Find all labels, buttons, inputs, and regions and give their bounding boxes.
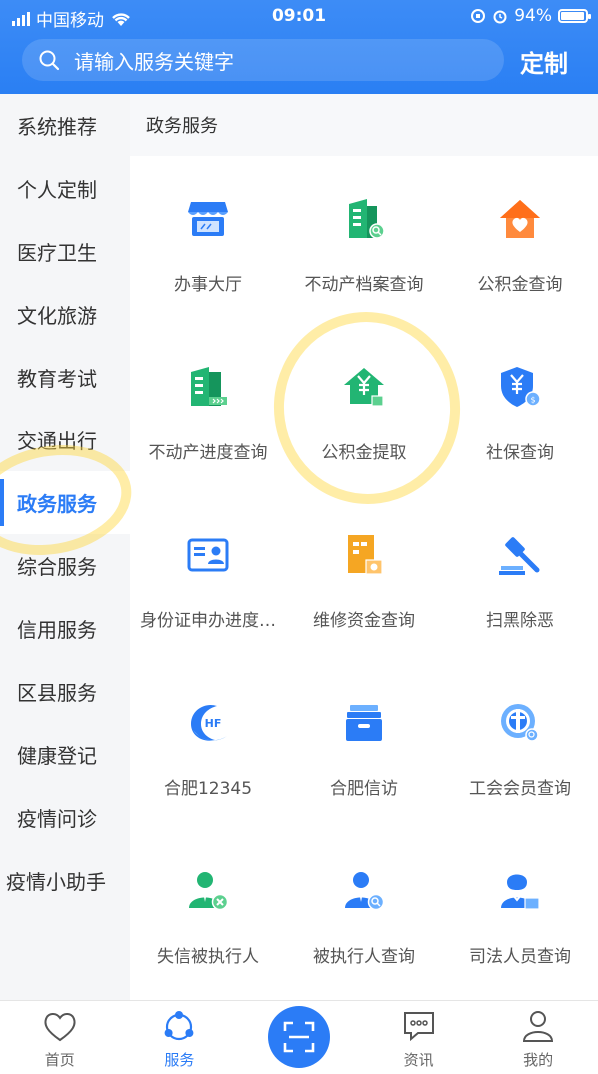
person-x-icon [189,872,229,911]
user-icon [523,1011,554,1042]
service-label: 办事大厅 [174,275,242,295]
service-item[interactable]: 维修资金查询 [286,492,442,660]
category-sidebar: 系统推荐 个人定制 医疗卫生 文化旅游 教育考试 交通出行 政务服务 综合服务 … [0,94,130,1000]
service-item[interactable]: 被执行人查询 [286,828,442,996]
building-progress-icon [191,367,227,406]
gavel-icon [499,537,540,575]
service-grid: 办事大厅 不动产档案查询 公积金查询 不动产进度查询 公积金提取 $ 社保查询 … [130,156,598,1000]
service-item[interactable]: 身份证申办进度… [130,492,286,660]
service-item[interactable]: 失信被执行人 [130,828,286,996]
tab-label: 首页 [44,1051,75,1069]
svg-text:HF: HF [205,717,222,730]
service-item[interactable]: $ 社保查询 [442,324,598,492]
service-label: 社保查询 [486,443,554,463]
service-label: 身份证申办进度… [140,611,276,631]
service-item[interactable]: 司法人员查询 [442,828,598,996]
battery-icon [558,9,591,23]
service-label: 不动产进度查询 [148,443,268,463]
chat-bubble-icon [403,1012,434,1042]
sidebar-item-general[interactable]: 综合服务 [0,534,130,597]
service-label: 司法人员查询 [469,947,571,967]
sidebar-item-government[interactable]: 政务服务 [0,471,130,535]
service-item[interactable]: 扫黑除恶 [442,492,598,660]
judge-icon [501,874,540,910]
service-icon [164,1011,194,1041]
house-yuan-icon [344,368,384,407]
search-placeholder: 请输入服务关键字 [74,49,234,74]
tab-label: 我的 [523,1051,554,1069]
sidebar-item-recommend[interactable]: 系统推荐 [0,94,130,157]
service-label: 维修资金查询 [313,611,415,631]
service-label: 不动产档案查询 [304,275,424,295]
rotation-lock-icon [471,9,486,23]
battery-percent: 94% [514,6,552,26]
service-item[interactable]: 公积金提取 [286,324,442,492]
sidebar-item-health[interactable]: 健康登记 [0,723,130,786]
service-label: 失信被执行人 [157,947,259,967]
hotline-icon: HF [191,704,227,741]
shield-yuan-icon: $ [501,367,541,407]
service-item[interactable]: 不动产进度查询 [130,324,286,492]
service-item[interactable]: HF 合肥12345 [130,660,286,828]
sidebar-item-medical[interactable]: 医疗卫生 [0,220,130,283]
scan-icon [283,1021,315,1053]
shop-icon [188,202,228,236]
status-bar: 中国移动 09:01 94% [0,0,598,32]
search-icon [39,50,60,71]
sidebar-item-district[interactable]: 区县服务 [0,660,130,723]
sidebar-item-credit[interactable]: 信用服务 [0,597,130,660]
service-label: 合肥信访 [330,779,398,799]
id-card-icon [187,538,229,572]
inbox-icon [346,705,382,741]
sidebar-item-assistant[interactable]: 疫情小助手 [0,849,130,912]
alarm-icon [493,10,507,24]
union-logo-icon [501,704,539,742]
service-label: 被执行人查询 [313,947,415,967]
svg-text:$: $ [530,396,535,405]
tab-news[interactable]: 资讯 [359,1001,479,1074]
house-heart-icon [500,200,540,238]
scan-button[interactable] [268,1006,330,1068]
tab-home[interactable]: 首页 [0,1001,120,1074]
tab-service[interactable]: 服务 [120,1001,240,1074]
sidebar-item-personal[interactable]: 个人定制 [0,157,130,220]
sidebar-item-culture[interactable]: 文化旅游 [0,283,130,346]
sidebar-item-education[interactable]: 教育考试 [0,346,130,409]
tab-label: 服务 [164,1051,195,1069]
person-search-icon [345,872,385,911]
service-item[interactable]: 工会会员查询 [442,660,598,828]
heart-icon [44,1013,76,1042]
search-input[interactable]: 请输入服务关键字 [22,39,504,81]
service-item[interactable]: 不动产档案查询 [286,156,442,324]
service-label: 工会会员查询 [469,779,571,799]
sidebar-item-consult[interactable]: 疫情问诊 [0,786,130,849]
service-label: 扫黑除恶 [486,611,554,631]
building-search-icon [349,199,385,239]
service-label: 公积金查询 [477,275,563,295]
app-header: 中国移动 09:01 94% 请输入服务关键字 定制 [0,0,598,94]
service-label: 公积金提取 [321,443,407,463]
service-item[interactable]: 公积金查询 [442,156,598,324]
document-money-icon [348,535,383,575]
sidebar-item-transport[interactable]: 交通出行 [0,408,130,471]
section-title: 政务服务 [130,94,598,156]
service-label: 合肥12345 [163,779,253,799]
service-item[interactable]: 合肥信访 [286,660,442,828]
service-item[interactable]: 办事大厅 [130,156,286,324]
tab-mine[interactable]: 我的 [478,1001,598,1074]
tab-label: 资讯 [403,1051,434,1069]
customize-button[interactable]: 定制 [520,44,568,79]
